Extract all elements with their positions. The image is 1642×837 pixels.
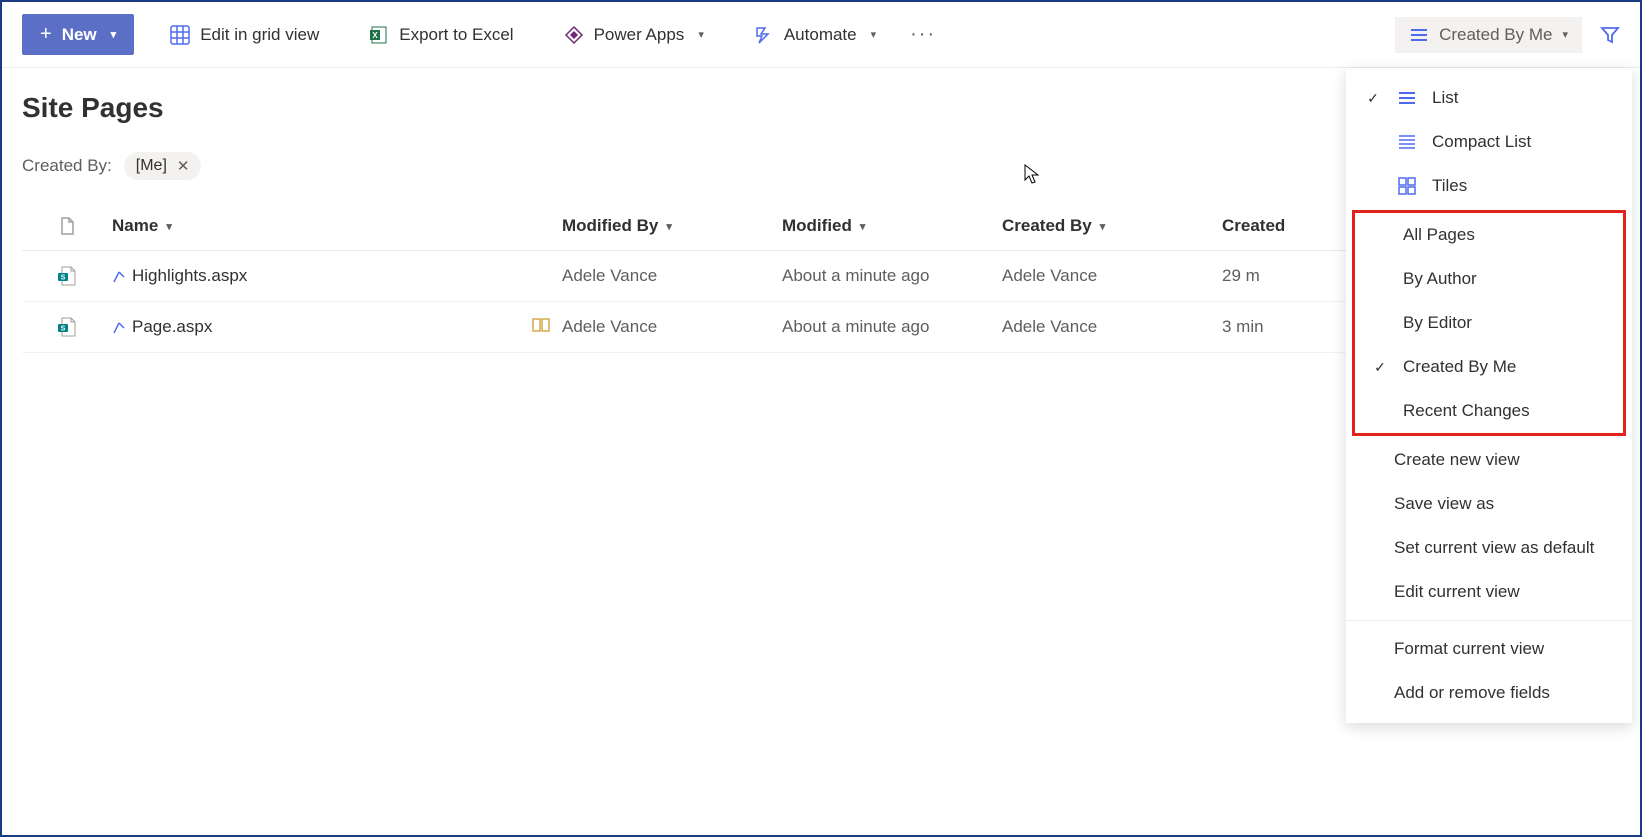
filter-button[interactable] [1600,25,1620,45]
tiles-icon [1396,176,1418,196]
check-icon: ✓ [1371,359,1389,376]
view-option[interactable]: Recent Changes [1355,389,1623,433]
view-option[interactable]: By Editor [1355,301,1623,345]
chevron-down-icon: ▾ [166,220,172,233]
layout-label: List [1432,88,1458,108]
new-button[interactable]: + New ▾ [22,14,134,55]
chevron-down-icon: ▾ [1562,28,1568,41]
layout-label: Compact List [1432,132,1531,152]
action-label: Set current view as default [1394,538,1594,558]
sharepoint-page-icon: S [56,316,78,338]
chevron-down-icon: ▾ [871,28,877,41]
filter-label: Created By: [22,156,112,176]
automate-icon [754,25,774,45]
more-button[interactable]: ··· [898,15,948,54]
file-icon [57,216,77,236]
new-button-label: New [62,25,97,45]
view-label: Created By Me [1403,357,1516,377]
modified-by-cell: Adele Vance [562,317,782,337]
modified-column-header[interactable]: Modified ▾ [782,216,1002,236]
compact-icon [1396,132,1418,152]
recent-indicator-icon [112,320,126,334]
view-action[interactable]: Add or remove fields [1346,671,1632,715]
plus-icon: + [40,23,52,46]
view-dropdown: ✓ List Compact List Tiles All Pages By A… [1346,68,1632,723]
view-label: All Pages [1403,225,1475,245]
created-by-cell: Adele Vance [1002,317,1222,337]
action-label: Format current view [1394,639,1544,659]
view-option[interactable]: ✓ Created By Me [1355,345,1623,389]
filter-chip[interactable]: [Me] ✕ [124,152,202,180]
chevron-down-icon: ▾ [1100,220,1106,233]
views-highlight-box: All Pages By Author By Editor ✓ Created … [1352,210,1626,436]
view-switcher-label: Created By Me [1439,25,1552,45]
view-action[interactable]: Set current view as default [1346,526,1632,570]
close-icon[interactable]: ✕ [177,157,190,175]
checkout-icon [532,317,550,337]
automate-label: Automate [784,25,857,45]
separator [1346,620,1632,621]
view-label: By Editor [1403,313,1472,333]
layout-option-list[interactable]: ✓ List [1346,76,1632,120]
action-label: Create new view [1394,450,1520,470]
view-action[interactable]: Edit current view [1346,570,1632,614]
action-label: Save view as [1394,494,1494,514]
modified-by-column-header[interactable]: Modified By ▾ [562,216,782,236]
excel-icon: X [369,25,389,45]
sharepoint-page-icon: S [56,265,78,287]
recent-indicator-icon [112,269,126,283]
name-column-header[interactable]: Name ▾ [112,216,562,236]
modified-cell: About a minute ago [782,266,1002,286]
action-label: Edit current view [1394,582,1520,602]
view-option[interactable]: By Author [1355,257,1623,301]
power-apps-icon [564,25,584,45]
modified-by-cell: Adele Vance [562,266,782,286]
edit-grid-label: Edit in grid view [200,25,319,45]
chevron-down-icon: ▾ [666,220,672,233]
power-apps-label: Power Apps [594,25,685,45]
layout-option-tiles[interactable]: Tiles [1346,164,1632,208]
automate-button[interactable]: Automate ▾ [740,17,890,53]
edit-grid-button[interactable]: Edit in grid view [156,17,333,53]
chevron-down-icon: ▾ [111,28,117,41]
file-name: Page.aspx [132,317,212,337]
view-action[interactable]: Save view as [1346,482,1632,526]
filter-chip-label: [Me] [136,157,167,175]
list-icon [1396,88,1418,108]
list-icon [1409,25,1429,45]
layout-label: Tiles [1432,176,1467,196]
file-type-column[interactable] [22,216,112,236]
svg-text:S: S [61,275,66,282]
toolbar-right: Created By Me ▾ [1395,17,1620,53]
view-label: By Author [1403,269,1477,289]
command-toolbar: + New ▾ Edit in grid view X Export to Ex… [2,2,1640,68]
svg-text:X: X [373,31,379,40]
file-name: Highlights.aspx [132,266,247,286]
grid-icon [170,25,190,45]
export-excel-label: Export to Excel [399,25,513,45]
view-action[interactable]: Format current view [1346,627,1632,671]
created-by-cell: Adele Vance [1002,266,1222,286]
view-option[interactable]: All Pages [1355,213,1623,257]
chevron-down-icon: ▾ [860,220,866,233]
chevron-down-icon: ▾ [698,28,704,41]
modified-cell: About a minute ago [782,317,1002,337]
view-action[interactable]: Create new view [1346,438,1632,482]
layout-option-compact[interactable]: Compact List [1346,120,1632,164]
export-excel-button[interactable]: X Export to Excel [355,17,527,53]
action-label: Add or remove fields [1394,683,1550,703]
check-icon: ✓ [1364,90,1382,107]
power-apps-button[interactable]: Power Apps ▾ [550,17,718,53]
view-label: Recent Changes [1403,401,1530,421]
view-switcher-button[interactable]: Created By Me ▾ [1395,17,1582,53]
created-by-column-header[interactable]: Created By ▾ [1002,216,1222,236]
svg-text:S: S [61,326,66,333]
